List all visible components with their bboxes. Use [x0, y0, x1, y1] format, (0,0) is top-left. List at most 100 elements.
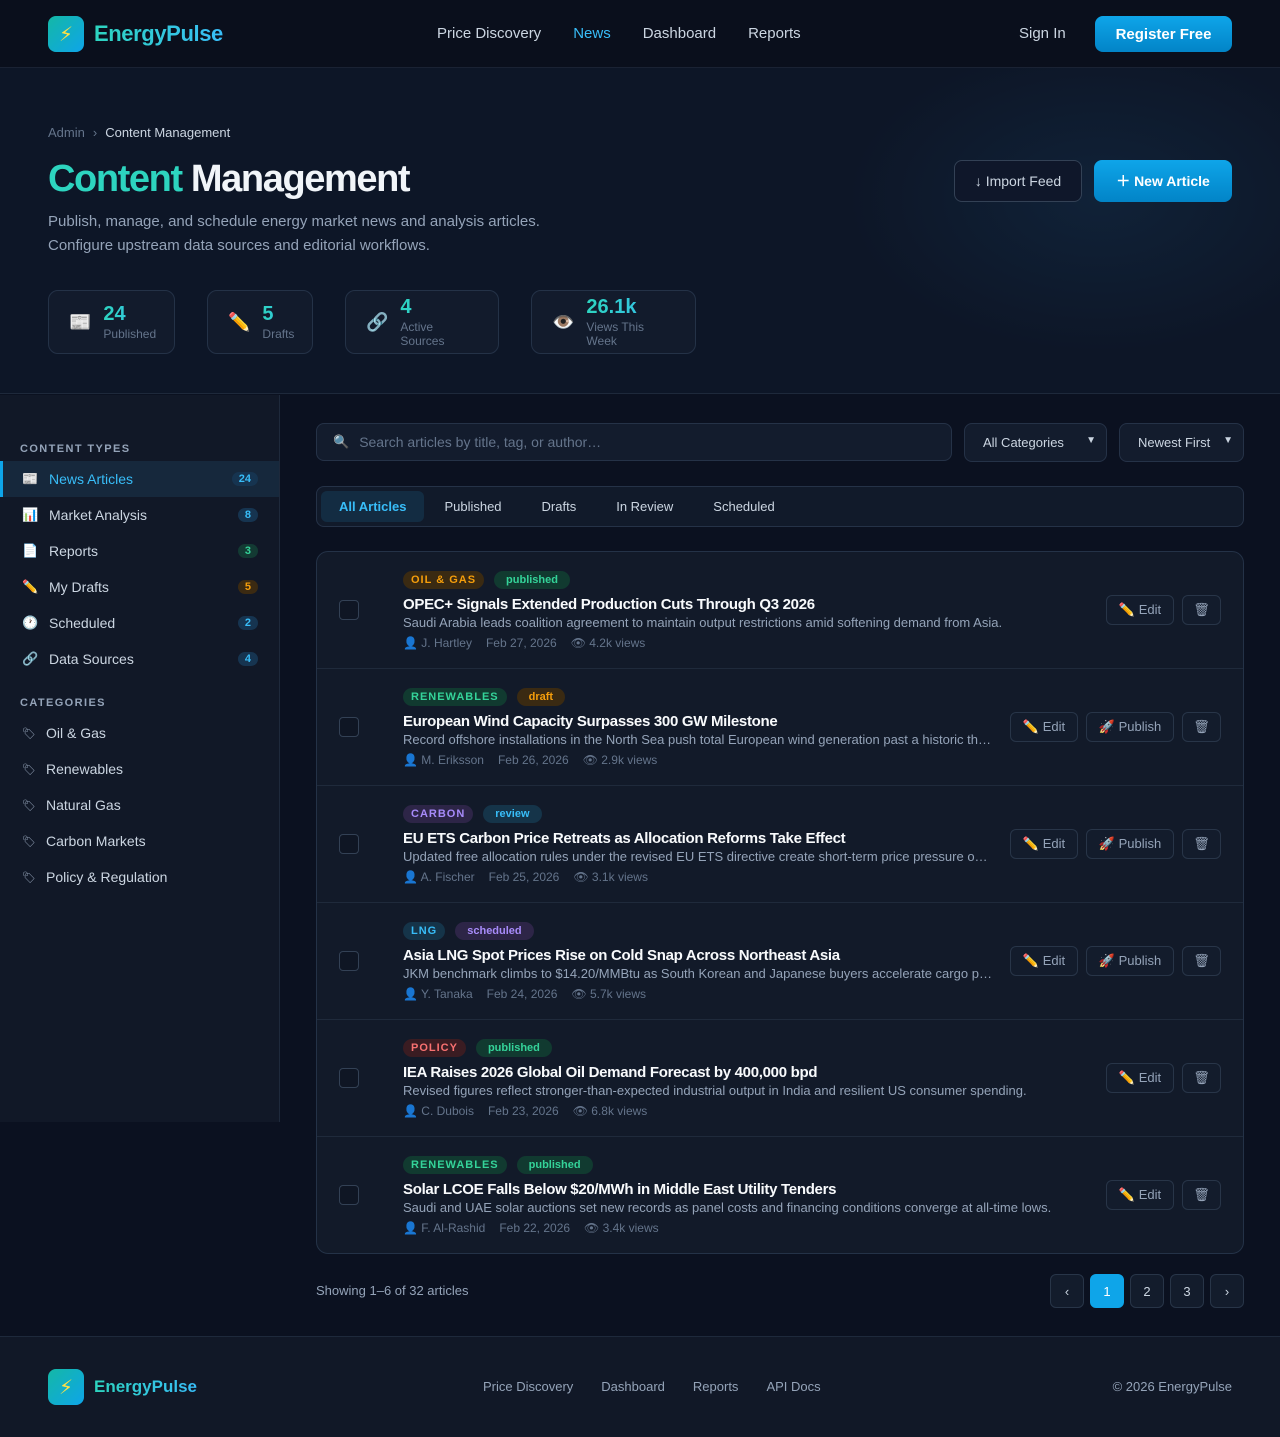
sidebar-item-data-sources[interactable]: 🔗 Data Sources 4 [0, 641, 279, 677]
row-checkbox[interactable] [339, 834, 359, 854]
nav-price-discovery[interactable]: Price Discovery [437, 25, 541, 42]
category-carbon-markets[interactable]: 🏷 Carbon Markets [0, 823, 279, 859]
delete-button[interactable]: 🗑 [1182, 1180, 1221, 1210]
category-label: Renewables [46, 761, 124, 777]
status-badge: draft [516, 688, 566, 706]
page-1-button[interactable]: 1 [1090, 1274, 1124, 1308]
tab-scheduled[interactable]: Scheduled [693, 491, 794, 522]
edit-button[interactable]: ✏️ Edit [1106, 595, 1174, 625]
delete-button[interactable]: 🗑 [1182, 595, 1221, 625]
publish-button[interactable]: 🚀 Publish [1086, 712, 1174, 742]
sidebar-item-label: News Articles [49, 471, 134, 487]
results-count: Showing 1–6 of 32 articles [316, 1283, 469, 1298]
sidebar-item-news-articles[interactable]: 📰 News Articles 24 [0, 461, 279, 497]
row-checkbox[interactable] [339, 717, 359, 737]
prev-page-button[interactable]: ‹ [1050, 1274, 1084, 1308]
copyright: © 2026 EnergyPulse [1112, 1379, 1232, 1394]
category-select[interactable]: All Categories ▼ [964, 423, 1107, 462]
content-type-icon: 📄 [22, 543, 39, 558]
sidebar-item-reports[interactable]: 📄 Reports 3 [0, 533, 279, 569]
article-title[interactable]: European Wind Capacity Surpasses 300 GW … [403, 713, 778, 730]
content-type-icon: 📰 [22, 471, 39, 486]
stat-label: Published [103, 327, 157, 341]
import-feed-button[interactable]: ↓ Import Feed [954, 160, 1082, 202]
article-description: Updated free allocation rules under the … [403, 849, 993, 864]
category-oil-gas[interactable]: 🏷 Oil & Gas [0, 715, 279, 751]
nav-reports[interactable]: Reports [748, 25, 801, 42]
footer-link-dashboard[interactable]: Dashboard [601, 1379, 665, 1394]
row-checkbox[interactable] [339, 1185, 359, 1205]
article-row: CARBON review EU ETS Carbon Price Retreats… [317, 786, 1243, 903]
tab-in-review[interactable]: In Review [596, 491, 693, 522]
category-label: Natural Gas [46, 797, 121, 813]
sign-in-link[interactable]: Sign In [1019, 25, 1066, 42]
article-row: RENEWABLES draft European Wind Capacity Su… [317, 669, 1243, 786]
status-badge: review [483, 805, 542, 823]
sidebar-item-scheduled[interactable]: 🕐 Scheduled 2 [0, 605, 279, 641]
publish-button[interactable]: 🚀 Publish [1086, 829, 1174, 859]
status-badge: scheduled [455, 922, 534, 940]
article-list: OIL & GAS published OPEC+ Signals Extended… [316, 551, 1244, 1254]
chevron-down-icon: ▼ [1223, 435, 1233, 446]
register-button[interactable]: Register Free [1095, 16, 1232, 52]
nav-news[interactable]: News [573, 25, 611, 42]
row-checkbox[interactable] [339, 600, 359, 620]
stat-label: Views This Week [586, 320, 645, 348]
delete-button[interactable]: 🗑 [1182, 946, 1221, 976]
page-2-button[interactable]: 2 [1130, 1274, 1164, 1308]
edit-button[interactable]: ✏️ Edit [1010, 712, 1078, 742]
article-title[interactable]: Solar LCOE Falls Below $20/MWh in Middle… [403, 1181, 836, 1198]
sort-select[interactable]: Newest First ▼ [1119, 423, 1244, 462]
next-page-button[interactable]: › [1210, 1274, 1244, 1308]
delete-button[interactable]: 🗑 [1182, 829, 1221, 859]
breadcrumb-admin[interactable]: Admin [48, 125, 85, 140]
categories-heading: CATEGORIES [20, 697, 106, 709]
article-date: Feb 25, 2026 [488, 870, 560, 884]
delete-button[interactable]: 🗑 [1182, 712, 1221, 742]
nav-dashboard[interactable]: Dashboard [643, 25, 716, 42]
count-badge: 4 [237, 652, 258, 666]
category-tag: OIL & GAS [403, 571, 485, 589]
search-input[interactable] [359, 434, 920, 450]
chevron-down-icon: ▼ [1086, 435, 1096, 446]
page-3-button[interactable]: 3 [1170, 1274, 1204, 1308]
footer-link-price-discovery[interactable]: Price Discovery [483, 1379, 573, 1394]
article-title[interactable]: IEA Raises 2026 Global Oil Demand Foreca… [403, 1064, 817, 1081]
category-policy-regulation[interactable]: 🏷 Policy & Regulation [0, 859, 279, 895]
edit-button[interactable]: ✏️ Edit [1106, 1063, 1174, 1093]
edit-button[interactable]: ✏️ Edit [1010, 946, 1078, 976]
sidebar-item-my-drafts[interactable]: ✏️ My Drafts 5 [0, 569, 279, 605]
sidebar-item-label: Market Analysis [49, 507, 148, 523]
tab-published[interactable]: Published [424, 491, 521, 522]
article-title[interactable]: OPEC+ Signals Extended Production Cuts T… [403, 596, 815, 613]
footer-link-reports[interactable]: Reports [693, 1379, 739, 1394]
category-renewables[interactable]: 🏷 Renewables [0, 751, 279, 787]
tab-all-articles[interactable]: All Articles [321, 491, 425, 522]
sort-select-value: Newest First [1138, 435, 1211, 450]
edit-button[interactable]: ✏️ Edit [1010, 829, 1078, 859]
category-label: Oil & Gas [46, 725, 106, 741]
article-tags: OIL & GAS published [403, 571, 570, 589]
sidebar-item-market-analysis[interactable]: 📊 Market Analysis 8 [0, 497, 279, 533]
article-title[interactable]: Asia LNG Spot Prices Rise on Cold Snap A… [403, 947, 840, 964]
article-date: Feb 26, 2026 [497, 753, 569, 767]
content-type-icon: 🔗 [22, 651, 39, 666]
article-title[interactable]: EU ETS Carbon Price Retreats as Allocati… [403, 830, 846, 847]
brand-logo[interactable]: ⚡ EnergyPulse [48, 16, 223, 52]
publish-button[interactable]: 🚀 Publish [1086, 946, 1174, 976]
row-checkbox[interactable] [339, 1068, 359, 1088]
row-checkbox[interactable] [339, 951, 359, 971]
article-meta: 👤 J. Hartley Feb 27, 2026 👁 4.2k views [403, 636, 645, 650]
footer-brand[interactable]: ⚡ EnergyPulse [48, 1369, 197, 1405]
category-tag: CARBON [403, 805, 474, 823]
article-meta: 👤 F. Al-Rashid Feb 22, 2026 👁 3.4k views [403, 1221, 659, 1235]
footer-link-api-docs[interactable]: API Docs [766, 1379, 820, 1394]
category-natural-gas[interactable]: 🏷 Natural Gas [0, 787, 279, 823]
subtitle-line-2: Configure upstream data sources and edit… [48, 237, 430, 254]
delete-button[interactable]: 🗑 [1182, 1063, 1221, 1093]
edit-button[interactable]: ✏️ Edit [1106, 1180, 1174, 1210]
status-badge: published [494, 571, 570, 589]
new-article-button[interactable]: ＋ New Article [1094, 160, 1232, 202]
article-tags: CARBON review [403, 805, 542, 823]
tab-drafts[interactable]: Drafts [522, 491, 597, 522]
